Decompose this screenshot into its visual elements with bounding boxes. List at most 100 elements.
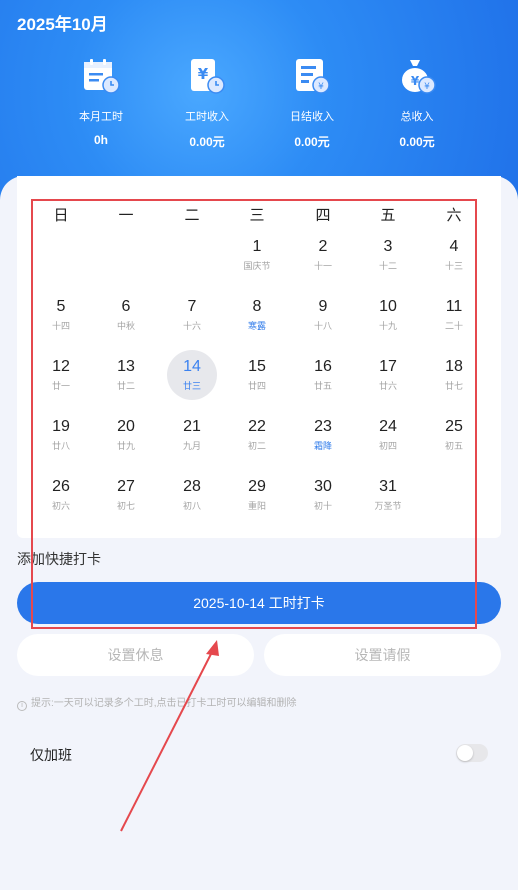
svg-text:¥: ¥ — [198, 65, 209, 83]
lunar-date: 廿三 — [182, 381, 201, 391]
set-leave-button[interactable]: 设置请假 — [264, 634, 501, 676]
calendar-day[interactable]: 19 廿八 — [36, 410, 86, 460]
weekday-label: 三 — [249, 207, 265, 224]
day-number: 10 — [379, 298, 397, 315]
lunar-date: 十一 — [313, 261, 332, 271]
lunar-date: 初八 — [182, 501, 201, 511]
weekday-label: 日 — [53, 207, 69, 224]
calendar-day[interactable]: 18 廿七 — [429, 350, 479, 400]
weekday-header: 日一二三四五六 — [0, 204, 518, 224]
lunar-date: 霜降 — [313, 441, 332, 451]
lunar-date: 十九 — [378, 321, 397, 331]
month-title[interactable]: 2025年10月 — [17, 10, 108, 35]
calendar-day[interactable]: 25 初五 — [429, 410, 479, 460]
stat-label: 本月工时 — [79, 111, 123, 123]
day-number: 22 — [248, 418, 266, 435]
day-number: 13 — [117, 358, 135, 375]
stat-daily-income: ¥ 日结收入 0.00元 — [262, 56, 362, 150]
overtime-toggle[interactable] — [456, 744, 488, 762]
day-number: 31 — [379, 478, 397, 495]
lunar-date: 廿二 — [116, 381, 135, 391]
stat-label: 日结收入 — [290, 111, 334, 123]
tip-message: 提示:一天可以记录多个工时,点击已打卡工时可以编辑和删除 — [31, 698, 297, 709]
stat-hourly-income: ¥ 工时收入 0.00元 — [157, 56, 257, 150]
day-number: 28 — [183, 478, 201, 495]
day-number: 29 — [248, 478, 266, 495]
lunar-date: 二十 — [444, 321, 463, 331]
day-number: 11 — [445, 298, 463, 315]
lunar-date: 初二 — [247, 441, 266, 451]
weekday-label: 四 — [315, 207, 331, 224]
money-bag-icon: ¥ ¥ — [402, 60, 436, 94]
calendar-day[interactable]: 30 初十 — [298, 470, 348, 520]
day-number: 18 — [445, 358, 463, 375]
day-number: 7 — [187, 298, 197, 315]
calendar-day[interactable]: 11 二十 — [429, 290, 479, 340]
calendar-day[interactable]: 31 万圣节 — [363, 470, 413, 520]
calendar-day[interactable]: 5 十四 — [36, 290, 86, 340]
day-number: 30 — [314, 478, 332, 495]
lunar-date: 中秋 — [116, 321, 135, 331]
lunar-date: 廿四 — [247, 381, 266, 391]
calendar-day[interactable]: 7 十六 — [167, 290, 217, 340]
calendar-day[interactable]: 13 廿二 — [101, 350, 151, 400]
calendar-day[interactable]: 8 寒露 — [232, 290, 282, 340]
lunar-date: 十二 — [378, 261, 397, 271]
calendar-day[interactable]: 17 廿六 — [363, 350, 413, 400]
calendar-day[interactable]: 22 初二 — [232, 410, 282, 460]
lunar-date: 寒露 — [247, 321, 266, 331]
calendar-day[interactable]: 24 初四 — [363, 410, 413, 460]
calendar-day[interactable]: 20 廿九 — [101, 410, 151, 460]
calendar-day[interactable]: 12 廿一 — [36, 350, 86, 400]
day-number: 15 — [248, 358, 266, 375]
lunar-date: 初六 — [51, 501, 70, 511]
calendar-day[interactable]: 23 霜降 — [298, 410, 348, 460]
calendar-day-selected[interactable]: 14 廿三 — [167, 350, 217, 400]
lunar-date: 国庆节 — [243, 261, 271, 271]
calendar-day[interactable]: 9 十八 — [298, 290, 348, 340]
info-icon: i — [17, 701, 27, 711]
calendar-day[interactable]: 15 廿四 — [232, 350, 282, 400]
lunar-date: 九月 — [182, 441, 201, 451]
calendar-day[interactable]: 4 十三 — [429, 230, 479, 280]
calendar-day[interactable]: 29 重阳 — [232, 470, 282, 520]
day-number: 26 — [52, 478, 70, 495]
day-number: 27 — [117, 478, 135, 495]
quick-punch-label: 添加快捷打卡 — [17, 551, 101, 567]
calendar-clock-icon — [84, 59, 120, 94]
set-rest-button[interactable]: 设置休息 — [17, 634, 254, 676]
stat-value: 0h — [93, 133, 108, 147]
day-number: 8 — [252, 298, 262, 315]
lunar-date: 廿五 — [313, 381, 332, 391]
punch-button[interactable]: 2025-10-14 工时打卡 — [17, 582, 501, 624]
lunar-date: 廿七 — [444, 381, 463, 391]
svg-text:¥: ¥ — [318, 82, 324, 92]
calendar-day[interactable]: 26 初六 — [36, 470, 86, 520]
lunar-date: 初七 — [116, 501, 135, 511]
lunar-date: 重阳 — [247, 501, 266, 511]
calendar-day[interactable]: 21 九月 — [167, 410, 217, 460]
calendar-day[interactable]: 10 十九 — [363, 290, 413, 340]
lunar-date: 十六 — [182, 321, 201, 331]
daily-settlement-icon: ¥ — [296, 59, 330, 94]
lunar-date: 初四 — [378, 441, 397, 451]
lunar-date: 初五 — [444, 441, 463, 451]
lunar-date: 廿八 — [51, 441, 70, 451]
day-number: 14 — [183, 358, 201, 375]
calendar-day[interactable]: 3 十二 — [363, 230, 413, 280]
calendar-day[interactable]: 1 国庆节 — [232, 230, 282, 280]
calendar-day[interactable]: 28 初八 — [167, 470, 217, 520]
day-number: 20 — [117, 418, 135, 435]
overtime-only-label: 仅加班 — [30, 747, 72, 763]
lunar-date: 万圣节 — [374, 501, 402, 511]
calendar-day[interactable]: 2 十一 — [298, 230, 348, 280]
lunar-date: 廿六 — [378, 381, 397, 391]
calendar-day[interactable]: 6 中秋 — [101, 290, 151, 340]
day-number: 4 — [449, 238, 459, 255]
lunar-date: 廿九 — [116, 441, 135, 451]
day-number: 25 — [445, 418, 463, 435]
calendar-day[interactable]: 16 廿五 — [298, 350, 348, 400]
calendar-day[interactable]: 27 初七 — [101, 470, 151, 520]
lunar-date: 十八 — [313, 321, 332, 331]
main-panel: 日 一 二 三 四 五 六 1 国庆节 2 十一 3 十二 4 十三 5 十四 6 中秋 7 十六 8 寒露 9 十八 10 十九… — [0, 176, 518, 890]
